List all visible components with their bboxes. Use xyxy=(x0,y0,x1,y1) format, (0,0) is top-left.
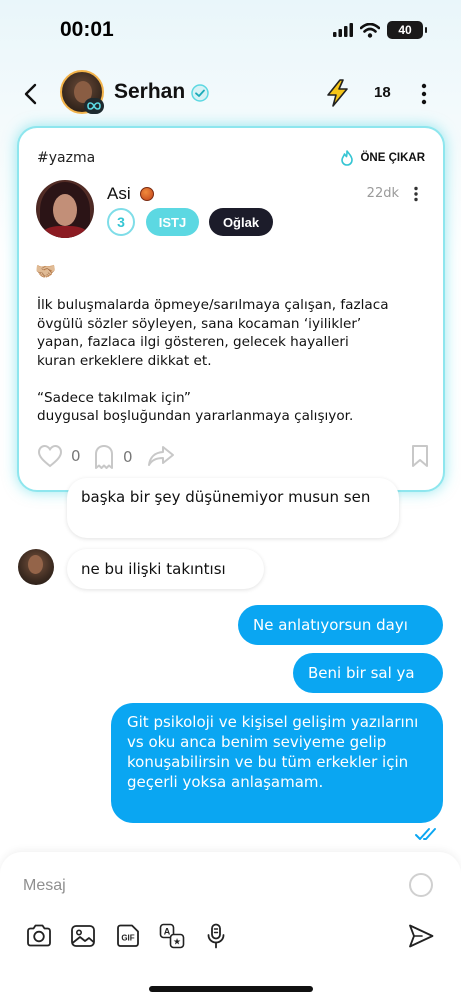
comment-button[interactable]: 0 xyxy=(93,444,133,470)
microphone-icon[interactable] xyxy=(202,922,230,950)
emoji-toggle-button[interactable] xyxy=(409,873,433,897)
ghost-icon xyxy=(95,445,113,469)
message-bubble-incoming[interactable]: başka bir şey düşünemiyor musun sen xyxy=(67,478,399,538)
back-icon[interactable] xyxy=(18,80,46,108)
heart-icon xyxy=(37,444,63,468)
signal-icon xyxy=(333,23,353,37)
status-icons: 40 xyxy=(333,21,427,39)
message-bubble-outgoing[interactable]: Beni bir sal ya xyxy=(293,653,443,693)
like-button[interactable]: 0 xyxy=(37,444,81,468)
basketball-icon xyxy=(140,187,154,201)
message-composer: GIF A ★ xyxy=(0,852,461,1000)
feature-label: ÖNE ÇIKAR xyxy=(360,152,425,164)
post-body: İlk buluşmalarda öpmeye/sarılmaya çalışa… xyxy=(37,297,389,424)
camera-icon[interactable] xyxy=(25,922,53,950)
wifi-icon xyxy=(360,22,380,38)
bookmark-icon xyxy=(412,445,428,467)
verified-icon xyxy=(191,84,209,102)
post-actions: 0 0 xyxy=(37,444,429,472)
send-icon[interactable] xyxy=(407,922,435,950)
contact-name[interactable]: Serhan xyxy=(114,80,185,104)
like-count: 0 xyxy=(71,447,81,465)
comment-count: 0 xyxy=(123,448,133,466)
status-time: 00:01 xyxy=(60,18,114,41)
message-bubble-incoming[interactable]: ne bu ilişki takıntısı xyxy=(67,549,264,589)
gallery-icon[interactable] xyxy=(69,922,97,950)
flame-icon xyxy=(341,150,354,166)
level-badge: 3 xyxy=(107,208,135,236)
battery-icon: 40 xyxy=(387,21,427,39)
gif-icon[interactable]: GIF xyxy=(114,922,142,950)
bookmark-button[interactable] xyxy=(411,444,429,468)
energy-count: 18 xyxy=(374,84,391,101)
home-indicator[interactable] xyxy=(149,986,313,992)
mbti-badge: ISTJ xyxy=(146,208,199,236)
svg-text:A: A xyxy=(164,927,171,937)
author-name[interactable]: Asi xyxy=(107,184,131,204)
share-button[interactable] xyxy=(147,444,175,468)
share-icon xyxy=(148,446,174,466)
read-receipt-icon xyxy=(415,828,436,840)
lightning-icon[interactable] xyxy=(323,78,353,108)
svg-text:GIF: GIF xyxy=(121,934,134,943)
post-more-icon[interactable] xyxy=(413,186,419,202)
zodiac-badge: Oğlak xyxy=(209,208,273,236)
message-input[interactable] xyxy=(23,874,383,898)
shared-post-card[interactable]: #yazma ÖNE ÇIKAR Asi 22dk 3 ISTJ Oğlak 🤝… xyxy=(17,126,445,492)
feature-button[interactable]: ÖNE ÇIKAR xyxy=(340,150,425,166)
status-bar: 00:01 40 xyxy=(0,0,461,60)
sender-avatar[interactable] xyxy=(18,549,54,585)
message-bubble-outgoing[interactable]: Ne anlatıyorsun dayı xyxy=(238,605,443,645)
message-bubble-outgoing[interactable]: Git psikoloji ve kişisel gelişim yazılar… xyxy=(111,703,443,823)
post-time: 22dk xyxy=(366,186,399,201)
translate-icon[interactable]: A ★ xyxy=(158,922,186,950)
chat-header: Serhan 18 xyxy=(0,68,461,120)
handshake-emoji: 🤝🏼 xyxy=(35,262,57,282)
infinity-icon xyxy=(84,98,104,114)
post-tag[interactable]: #yazma xyxy=(37,150,95,166)
svg-text:★: ★ xyxy=(173,938,181,948)
more-options-icon[interactable] xyxy=(418,82,430,106)
author-avatar[interactable] xyxy=(36,180,94,238)
